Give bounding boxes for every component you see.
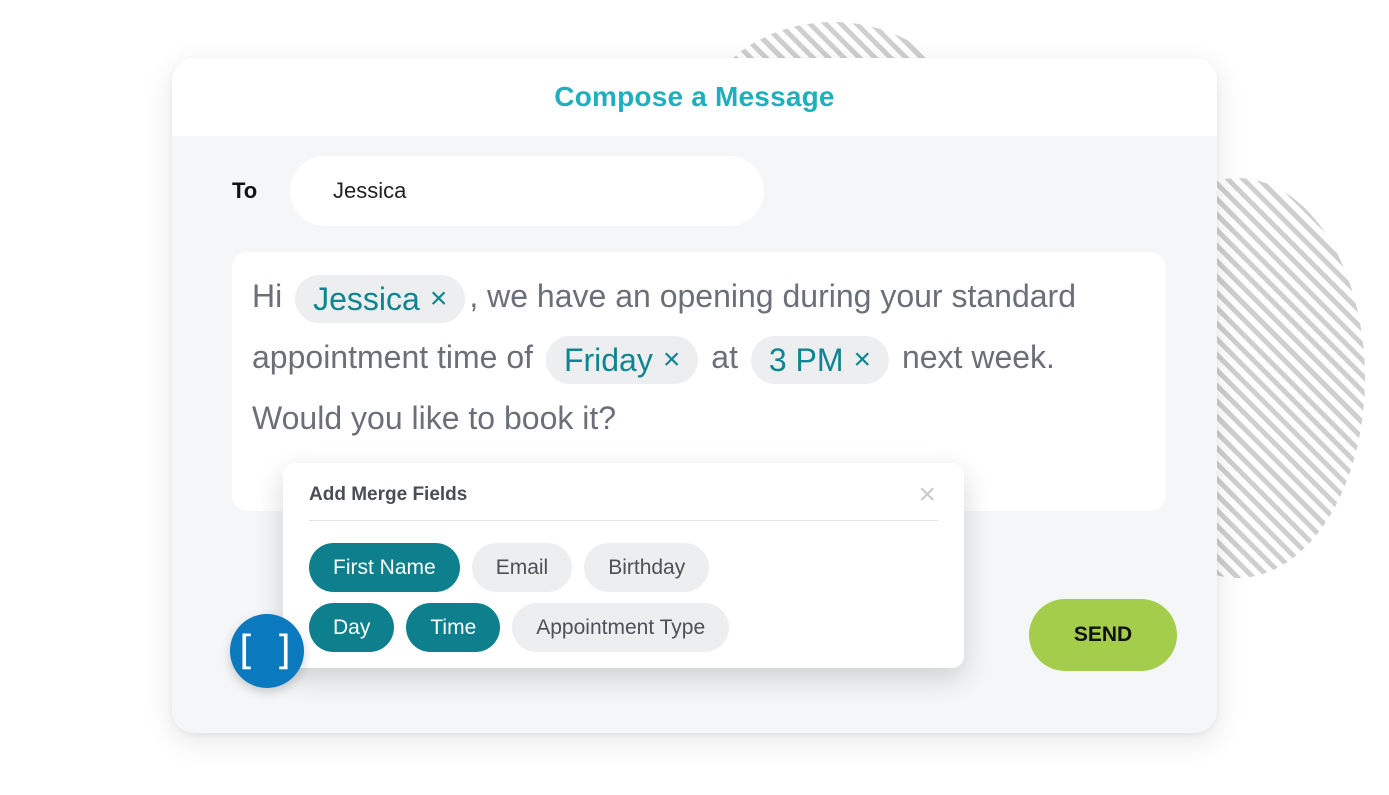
chip-label: 3 PM <box>768 341 844 378</box>
merge-fields-toggle-button[interactable]: [ ] <box>230 614 304 688</box>
field-appointment-type[interactable]: Appointment Type <box>512 603 730 652</box>
chip-label: Friday <box>563 341 653 378</box>
remove-chip-icon[interactable]: × <box>430 275 448 323</box>
field-time[interactable]: Time <box>406 603 501 652</box>
message-line: Hi Jessica × , we have an opening during… <box>252 266 1146 327</box>
field-first-name[interactable]: First Name <box>309 543 460 592</box>
merge-fields-list: First Name Email Birthday Day Time Appoi… <box>309 543 779 652</box>
chip-label: Jessica <box>313 280 420 317</box>
page-title: Compose a Message <box>554 81 835 112</box>
recipient-row: To <box>232 156 764 226</box>
message-line: appointment time of Friday × at 3 PM × n… <box>252 327 1146 388</box>
remove-chip-icon[interactable]: × <box>854 336 872 384</box>
send-button[interactable]: SEND <box>1029 599 1177 671</box>
merge-fields-header: Add Merge Fields × <box>309 479 938 521</box>
message-text: Would you like to book it? <box>252 400 617 436</box>
remove-chip-icon[interactable]: × <box>663 336 681 384</box>
message-text: at <box>711 339 738 375</box>
merge-chip-day[interactable]: Friday × <box>545 335 699 384</box>
message-text: , we have an opening during your standar… <box>469 278 1076 314</box>
message-line: Would you like to book it? <box>252 388 1146 449</box>
card-header: Compose a Message <box>172 58 1217 136</box>
close-icon[interactable]: × <box>918 479 936 510</box>
field-day[interactable]: Day <box>309 603 395 652</box>
recipient-label: To <box>232 178 258 203</box>
recipient-input[interactable] <box>290 156 764 226</box>
message-text: Hi <box>252 278 283 314</box>
merge-chip-first-name[interactable]: Jessica × <box>295 274 466 323</box>
compose-message-card: Compose a Message To Hi Jessica × , we h… <box>172 58 1217 733</box>
message-text: next week. <box>901 339 1055 375</box>
brackets-icon: [ ] <box>239 628 295 674</box>
merge-fields-popup: Add Merge Fields × First Name Email Birt… <box>283 463 964 668</box>
message-text: appointment time of <box>252 339 534 375</box>
field-birthday[interactable]: Birthday <box>584 543 710 592</box>
field-email[interactable]: Email <box>471 543 573 592</box>
merge-fields-title: Add Merge Fields <box>309 483 468 505</box>
merge-chip-time[interactable]: 3 PM × <box>750 335 890 384</box>
